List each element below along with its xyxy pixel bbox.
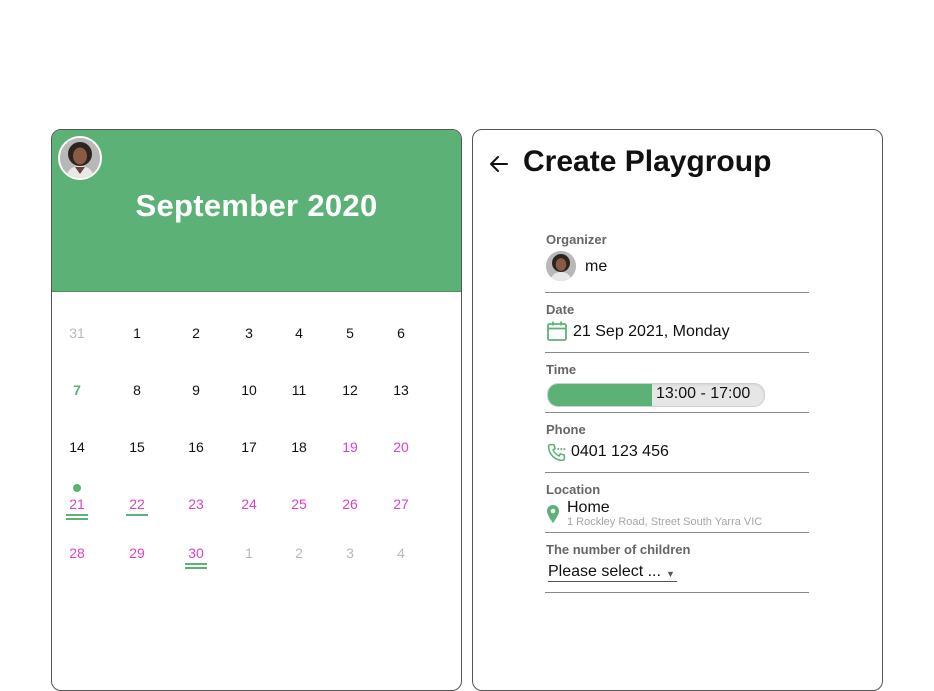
time-field[interactable]: Time 13:00 - 17:00 bbox=[545, 361, 809, 413]
user-avatar[interactable] bbox=[58, 136, 102, 180]
calendar-day[interactable]: 9 bbox=[176, 382, 216, 398]
time-value: 13:00 - 17:00 bbox=[656, 385, 751, 402]
calendar-day[interactable]: 4 bbox=[279, 325, 319, 341]
create-playgroup-panel: Create Playgroup Organizer me Date 21 Se… bbox=[472, 129, 883, 691]
calendar-day[interactable]: 15 bbox=[117, 439, 157, 455]
calendar-day[interactable]: 29 bbox=[117, 545, 157, 561]
phone-label: Phone bbox=[546, 422, 586, 437]
calendar-day[interactable]: 22 bbox=[117, 496, 157, 512]
map-pin-icon bbox=[547, 505, 559, 523]
location-address: 1 Rockley Road, Street South Yarra VIC bbox=[567, 516, 763, 528]
calendar-day[interactable]: 11 bbox=[279, 382, 319, 398]
calendar-day[interactable]: 2 bbox=[176, 325, 216, 341]
organizer-avatar bbox=[546, 251, 576, 281]
calendar-day[interactable]: 17 bbox=[229, 439, 269, 455]
calendar-day[interactable]: 13 bbox=[381, 382, 421, 398]
location-label: Location bbox=[546, 482, 601, 497]
calendar-day[interactable]: 30 bbox=[176, 545, 216, 561]
calendar-day[interactable]: 27 bbox=[381, 496, 421, 512]
arrow-left-icon bbox=[490, 156, 508, 172]
calendar-day[interactable]: 14 bbox=[57, 439, 97, 455]
calendar-day[interactable]: 3 bbox=[229, 325, 269, 341]
location-value: Home bbox=[567, 499, 610, 516]
children-select-value: Please select ... bbox=[548, 563, 661, 580]
calendar-day[interactable]: 21 bbox=[57, 496, 97, 512]
calendar-day[interactable]: 10 bbox=[229, 382, 269, 398]
event-dot bbox=[73, 484, 81, 492]
calendar-day[interactable]: 12 bbox=[330, 382, 370, 398]
calendar-header: September 2020 bbox=[52, 130, 461, 292]
date-label: Date bbox=[546, 302, 575, 317]
date-value: 21 Sep 2021, Monday bbox=[573, 323, 730, 340]
time-range-slider[interactable]: 13:00 - 17:00 bbox=[547, 383, 765, 407]
children-select[interactable]: Please select ... ▼ bbox=[548, 563, 677, 582]
calendar-day[interactable]: 28 bbox=[57, 545, 97, 561]
phone-value: 0401 123 456 bbox=[571, 443, 669, 460]
event-underline bbox=[185, 567, 207, 569]
event-underline bbox=[185, 563, 207, 565]
calendar-panel: September 2020 31 1 2 3 4 5 6 7 8 9 10 11 12 13 14 15 16… bbox=[51, 129, 462, 691]
time-range-fill bbox=[548, 384, 652, 406]
calendar-day[interactable]: 16 bbox=[176, 439, 216, 455]
event-underline bbox=[66, 518, 88, 520]
calendar-day[interactable]: 1 bbox=[117, 325, 157, 341]
calendar-day[interactable]: 18 bbox=[279, 439, 319, 455]
organizer-value: me bbox=[585, 258, 608, 275]
calendar-day[interactable]: 24 bbox=[229, 496, 269, 512]
organizer-label: Organizer bbox=[546, 232, 607, 247]
location-field[interactable]: Location Home 1 Rockley Road, Street Sou… bbox=[545, 481, 809, 533]
caret-down-icon: ▼ bbox=[666, 569, 675, 579]
calendar-day[interactable]: 7 bbox=[57, 382, 97, 398]
calendar-day[interactable]: 8 bbox=[117, 382, 157, 398]
children-field[interactable]: The number of children Please select ...… bbox=[545, 541, 809, 593]
calendar-day[interactable]: 3 bbox=[330, 545, 370, 561]
event-underline bbox=[66, 514, 88, 516]
calendar-day[interactable]: 23 bbox=[176, 496, 216, 512]
month-title: September 2020 bbox=[135, 188, 378, 223]
avatar-portrait-icon bbox=[60, 138, 100, 178]
calendar-day[interactable]: 20 bbox=[381, 439, 421, 455]
children-label: The number of children bbox=[546, 542, 691, 557]
calendar-day[interactable]: 19 bbox=[330, 439, 370, 455]
avatar-portrait-icon bbox=[546, 251, 576, 281]
calendar-day[interactable]: 25 bbox=[279, 496, 319, 512]
calendar-day[interactable]: 6 bbox=[381, 325, 421, 341]
organizer-field[interactable]: Organizer me bbox=[545, 231, 809, 293]
time-label: Time bbox=[546, 362, 577, 377]
back-button[interactable] bbox=[487, 152, 511, 176]
date-field[interactable]: Date 21 Sep 2021, Monday bbox=[545, 301, 809, 353]
calendar-icon bbox=[547, 321, 567, 341]
calendar-day[interactable]: 1 bbox=[229, 545, 269, 561]
calendar-day[interactable]: 26 bbox=[330, 496, 370, 512]
phone-field[interactable]: Phone 0401 123 456 bbox=[545, 421, 809, 473]
page-title: Create Playgroup bbox=[523, 145, 772, 178]
event-underline bbox=[126, 514, 148, 516]
calendar-day[interactable]: 2 bbox=[279, 545, 319, 561]
calendar-day[interactable]: 31 bbox=[57, 325, 97, 341]
phone-icon bbox=[547, 443, 566, 462]
calendar-day[interactable]: 5 bbox=[330, 325, 370, 341]
calendar-day[interactable]: 4 bbox=[381, 545, 421, 561]
